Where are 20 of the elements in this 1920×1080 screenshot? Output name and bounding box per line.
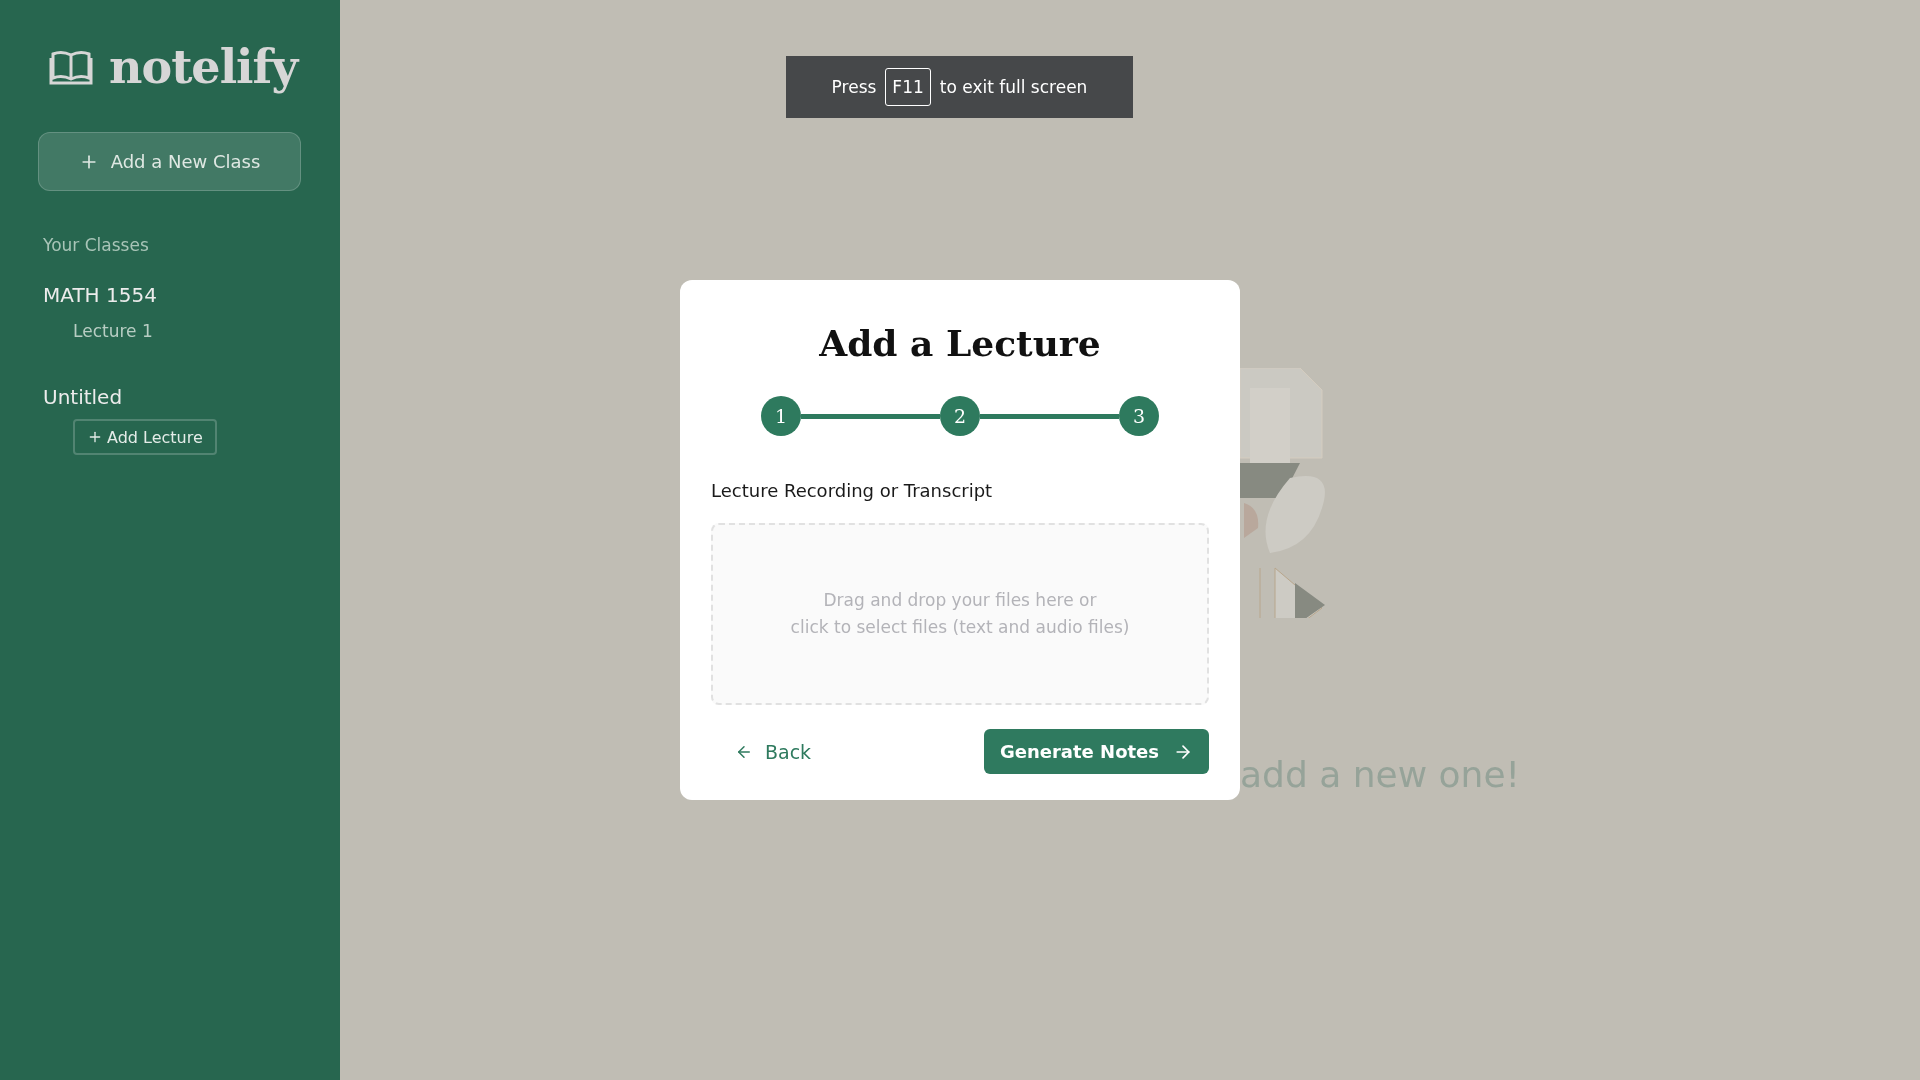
step-circle: 3 xyxy=(1119,396,1159,436)
toast-text: Press xyxy=(831,77,877,97)
class-name[interactable]: MATH 1554 xyxy=(43,283,302,307)
add-lecture-button[interactable]: Add Lecture xyxy=(73,419,217,455)
toast-text: to exit full screen xyxy=(939,77,1088,97)
section-title: Your Classes xyxy=(43,235,150,255)
back-button[interactable]: Back xyxy=(711,740,812,763)
dropzone-hint: Drag and drop your files here or click to select files (text and audio files) xyxy=(790,589,1130,639)
book-icon xyxy=(49,49,93,85)
step-circle: 1 xyxy=(761,396,801,436)
step-circle: 2 xyxy=(940,396,980,436)
key-label: F11 xyxy=(885,68,931,106)
plus-icon xyxy=(87,429,103,445)
add-class-button[interactable]: Add a New Class xyxy=(38,132,301,191)
lecture-item[interactable]: Lecture 1 xyxy=(73,321,302,341)
modal-title: Add a Lecture xyxy=(818,322,1102,364)
generate-notes-button[interactable]: Generate Notes xyxy=(984,729,1209,774)
app-logo: notelify xyxy=(109,40,298,94)
class-name[interactable]: Untitled xyxy=(43,385,302,409)
field-label: Lecture Recording or Transcript xyxy=(711,480,994,501)
